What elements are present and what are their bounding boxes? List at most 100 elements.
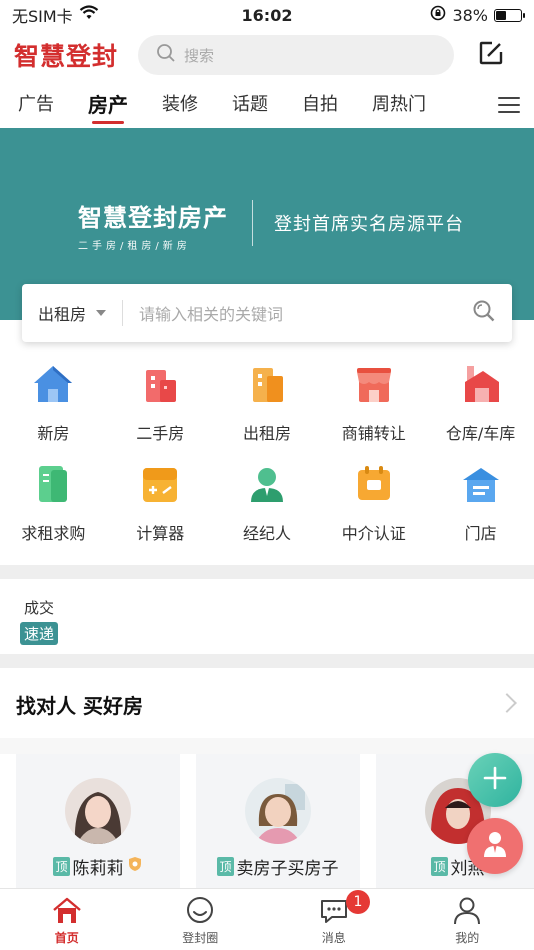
section-divider xyxy=(0,654,534,668)
category-label: 出租房 xyxy=(242,424,291,443)
caret-down-icon xyxy=(96,310,107,316)
property-type-select[interactable]: 出租房 xyxy=(38,301,107,325)
category-tabs: 广告 房产 装修 话题 自拍 周热门 xyxy=(0,82,534,128)
agent-card[interactable]: 顶 卖房子买房子 xyxy=(196,754,360,888)
app-header: 智慧登封 搜索 xyxy=(0,30,534,80)
app-logo: 智慧登封 xyxy=(14,42,119,71)
avatar xyxy=(65,778,131,844)
category-grid: 新房 二手房 出租房 商铺转让 仓库/车库 求租求购 计算器 经纪人 中介认证 … xyxy=(0,362,534,562)
contact-agent-button[interactable] xyxy=(467,818,523,874)
category-label: 门店 xyxy=(464,524,497,543)
category-warehouse[interactable]: 仓库/车库 xyxy=(427,362,534,462)
tab-ads[interactable]: 广告 xyxy=(18,82,54,128)
orientation-lock-icon xyxy=(430,5,446,25)
top-badge: 顶 xyxy=(53,857,70,876)
nav-messages[interactable]: 消息 xyxy=(267,889,401,950)
edit-icon xyxy=(478,40,504,70)
category-second-hand[interactable]: 二手房 xyxy=(107,362,214,462)
nav-circle[interactable]: 登封圈 xyxy=(134,889,268,950)
section-divider xyxy=(0,565,534,579)
divider xyxy=(122,300,124,326)
battery-percent: 38% xyxy=(452,5,488,25)
tab-topics[interactable]: 话题 xyxy=(232,82,268,128)
verified-shield-icon xyxy=(127,856,143,877)
tab-weekly-hot[interactable]: 周热门 xyxy=(372,82,426,128)
wifi-icon xyxy=(79,5,99,25)
top-badge: 顶 xyxy=(217,857,234,876)
property-search-card: 出租房 请输入相关的关键词 xyxy=(22,284,512,342)
nav-profile[interactable]: 我的 xyxy=(401,889,534,950)
agent-name-row: 顶 卖房子买房子 xyxy=(217,854,339,879)
category-store[interactable]: 门店 xyxy=(427,462,534,562)
category-label: 计算器 xyxy=(136,524,185,543)
rental-building-icon xyxy=(245,362,289,406)
category-new-house[interactable]: 新房 xyxy=(0,362,107,462)
add-post-button[interactable] xyxy=(468,753,522,807)
message-count-badge: 1 xyxy=(346,890,370,914)
top-badge: 顶 xyxy=(431,857,448,876)
deal-badge: 速递 xyxy=(20,622,59,645)
category-label: 二手房 xyxy=(136,424,185,443)
category-label: 新房 xyxy=(37,424,70,443)
search-icon[interactable] xyxy=(472,299,496,327)
nav-label: 登封圈 xyxy=(182,931,219,945)
tab-real-estate[interactable]: 房产 xyxy=(88,82,128,128)
agent-icon xyxy=(245,462,289,506)
banner-subtitle: 二手房/租房/新房 xyxy=(78,241,191,252)
battery-level xyxy=(496,10,506,20)
agent-card[interactable]: 顶 陈莉莉 xyxy=(16,754,180,888)
avatar xyxy=(245,778,311,844)
banner-slogan: 登封首席实名房源平台 xyxy=(274,214,464,235)
deal-label: 成交 xyxy=(24,599,55,617)
keyword-input[interactable]: 请输入相关的关键词 xyxy=(139,301,472,325)
tab-selfie[interactable]: 自拍 xyxy=(302,82,338,128)
tabs-menu-button[interactable] xyxy=(498,94,520,116)
warehouse-icon xyxy=(459,362,503,406)
section-divider xyxy=(0,738,534,754)
user-icon xyxy=(451,895,483,927)
status-right: 38% xyxy=(430,5,525,25)
category-agent[interactable]: 经纪人 xyxy=(214,462,321,562)
nav-home[interactable]: 首页 xyxy=(0,889,134,950)
bottom-navigation: 首页 登封圈 消息 我的 xyxy=(0,888,534,950)
chevron-right-icon[interactable] xyxy=(497,693,517,713)
home-icon xyxy=(51,895,83,927)
battery-icon xyxy=(494,8,525,22)
compose-button[interactable] xyxy=(476,40,506,70)
search-placeholder: 搜索 xyxy=(184,46,215,65)
category-shop-transfer[interactable]: 商铺转让 xyxy=(320,362,427,462)
banner-brand: 智慧登封房产 二手房/租房/新房 xyxy=(78,198,228,252)
agent-name: 陈莉莉 xyxy=(72,859,124,879)
category-rental[interactable]: 出租房 xyxy=(214,362,321,462)
agent-carousel: 顶 陈莉莉 顶 卖房子买房子 顶 刘燕 xyxy=(16,754,534,888)
category-agency-cert[interactable]: 中介认证 xyxy=(320,462,427,562)
document-icon xyxy=(31,462,75,506)
category-label: 仓库/车库 xyxy=(445,424,516,443)
section-title: 找对人 买好房 xyxy=(16,694,143,718)
category-want-rent-buy[interactable]: 求租求购 xyxy=(0,462,107,562)
category-label: 商铺转让 xyxy=(341,424,406,443)
search-input[interactable]: 搜索 xyxy=(138,35,454,75)
carrier-label: 无SIM卡 xyxy=(12,7,73,26)
agent-icon xyxy=(480,829,510,863)
nav-label: 首页 xyxy=(54,931,79,945)
agent-name-row: 顶 陈莉莉 xyxy=(53,854,142,879)
deal-news[interactable]: 成交 速递 xyxy=(20,597,59,645)
house-icon xyxy=(31,362,75,406)
shop-icon xyxy=(352,362,396,406)
agent-name: 卖房子买房子 xyxy=(236,859,339,879)
search-icon xyxy=(156,43,176,67)
building-icon xyxy=(138,362,182,406)
certificate-icon xyxy=(352,462,396,506)
nav-label: 我的 xyxy=(455,931,480,945)
nav-label: 消息 xyxy=(321,931,346,945)
message-icon xyxy=(318,895,350,927)
category-calculator[interactable]: 计算器 xyxy=(107,462,214,562)
property-type-value: 出租房 xyxy=(38,305,87,324)
calculator-icon xyxy=(138,462,182,506)
tab-decoration[interactable]: 装修 xyxy=(162,82,198,128)
circle-chat-icon xyxy=(184,895,216,927)
banner-title: 智慧登封房产 xyxy=(78,204,228,232)
status-left: 无SIM卡 xyxy=(12,3,99,27)
status-bar: 无SIM卡 16:02 38% xyxy=(0,0,534,30)
